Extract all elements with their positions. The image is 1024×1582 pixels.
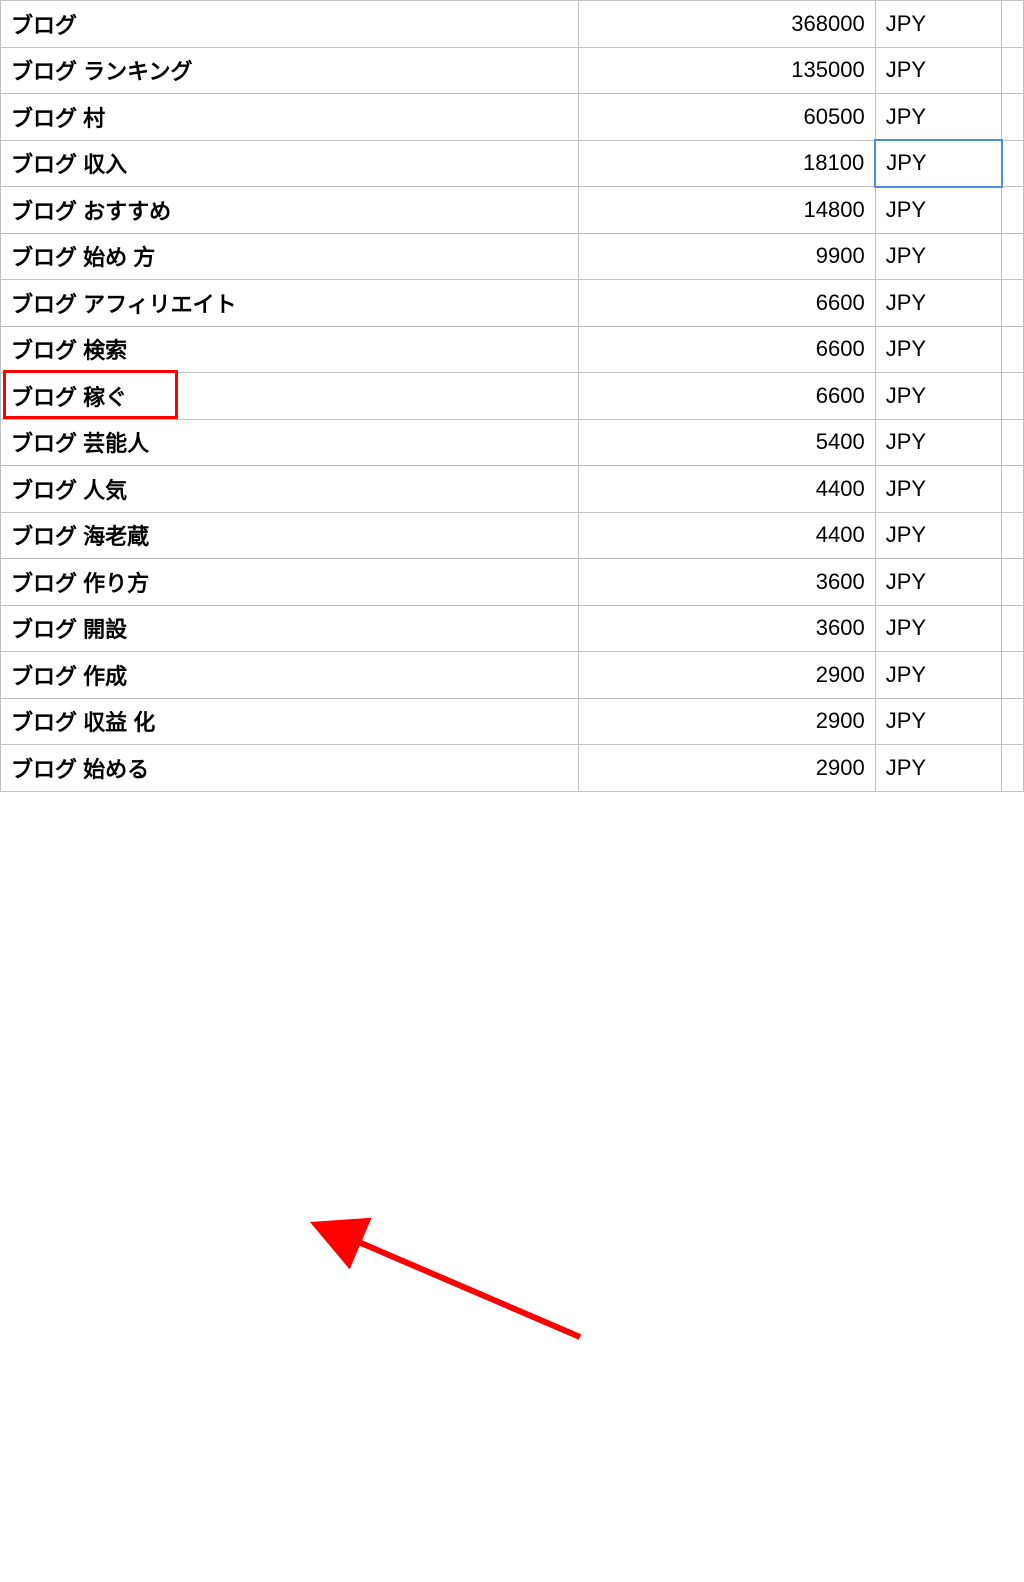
- keyword-cell[interactable]: ブログ ランキング: [1, 47, 579, 94]
- currency-cell[interactable]: JPY: [875, 698, 1002, 745]
- empty-cell[interactable]: [1002, 47, 1024, 94]
- keyword-cell[interactable]: ブログ: [1, 1, 579, 48]
- currency-cell[interactable]: JPY: [875, 466, 1002, 513]
- currency-cell[interactable]: JPY: [875, 745, 1002, 792]
- volume-cell[interactable]: 2900: [579, 698, 875, 745]
- table-row[interactable]: ブログ 始める2900JPY: [1, 745, 1024, 792]
- keyword-cell[interactable]: ブログ 作成: [1, 652, 579, 699]
- table-row[interactable]: ブログ 作り方3600JPY: [1, 559, 1024, 606]
- arrow-annotation: [0, 792, 1024, 1582]
- table-row[interactable]: ブログ 収益 化2900JPY: [1, 698, 1024, 745]
- keyword-cell[interactable]: ブログ 海老蔵: [1, 512, 579, 559]
- volume-cell[interactable]: 4400: [579, 512, 875, 559]
- empty-cell[interactable]: [1002, 605, 1024, 652]
- keyword-cell[interactable]: ブログ 芸能人: [1, 419, 579, 466]
- keyword-cell[interactable]: ブログ 開設: [1, 605, 579, 652]
- empty-cell[interactable]: [1002, 745, 1024, 792]
- table-row[interactable]: ブログ 検索6600JPY: [1, 326, 1024, 373]
- volume-cell[interactable]: 60500: [579, 94, 875, 141]
- table-row[interactable]: ブログ 開設3600JPY: [1, 605, 1024, 652]
- volume-cell[interactable]: 135000: [579, 47, 875, 94]
- currency-cell[interactable]: JPY: [875, 326, 1002, 373]
- volume-cell[interactable]: 14800: [579, 187, 875, 234]
- empty-cell[interactable]: [1002, 233, 1024, 280]
- empty-cell[interactable]: [1002, 559, 1024, 606]
- volume-cell[interactable]: 368000: [579, 1, 875, 48]
- currency-cell[interactable]: JPY: [875, 187, 1002, 234]
- keyword-cell[interactable]: ブログ 検索: [1, 326, 579, 373]
- currency-cell[interactable]: JPY: [875, 605, 1002, 652]
- empty-cell[interactable]: [1002, 512, 1024, 559]
- table-row[interactable]: ブログ 芸能人5400JPY: [1, 419, 1024, 466]
- empty-cell[interactable]: [1002, 1, 1024, 48]
- currency-cell[interactable]: JPY: [875, 233, 1002, 280]
- volume-cell[interactable]: 9900: [579, 233, 875, 280]
- volume-cell[interactable]: 6600: [579, 280, 875, 327]
- empty-cell[interactable]: [1002, 373, 1024, 420]
- volume-cell[interactable]: 3600: [579, 605, 875, 652]
- keyword-cell[interactable]: ブログ 始め 方: [1, 233, 579, 280]
- currency-cell[interactable]: JPY: [875, 140, 1002, 187]
- table-row[interactable]: ブログ368000JPY: [1, 1, 1024, 48]
- table-row[interactable]: ブログ 海老蔵4400JPY: [1, 512, 1024, 559]
- volume-cell[interactable]: 6600: [579, 373, 875, 420]
- volume-cell[interactable]: 6600: [579, 326, 875, 373]
- currency-cell[interactable]: JPY: [875, 1, 1002, 48]
- currency-cell[interactable]: JPY: [875, 280, 1002, 327]
- empty-cell[interactable]: [1002, 326, 1024, 373]
- keyword-cell[interactable]: ブログ 村: [1, 94, 579, 141]
- keyword-cell[interactable]: ブログ 作り方: [1, 559, 579, 606]
- table-row[interactable]: ブログ 村60500JPY: [1, 94, 1024, 141]
- currency-cell[interactable]: JPY: [875, 373, 1002, 420]
- volume-cell[interactable]: 2900: [579, 745, 875, 792]
- volume-cell[interactable]: 3600: [579, 559, 875, 606]
- empty-cell[interactable]: [1002, 140, 1024, 187]
- empty-cell[interactable]: [1002, 698, 1024, 745]
- table-row[interactable]: ブログ 始め 方9900JPY: [1, 233, 1024, 280]
- keyword-cell[interactable]: ブログ 始める: [1, 745, 579, 792]
- empty-cell[interactable]: [1002, 652, 1024, 699]
- keyword-cell[interactable]: ブログ おすすめ: [1, 187, 579, 234]
- currency-cell[interactable]: JPY: [875, 559, 1002, 606]
- table-row[interactable]: ブログ 作成2900JPY: [1, 652, 1024, 699]
- table-row[interactable]: ブログ おすすめ14800JPY: [1, 187, 1024, 234]
- currency-cell[interactable]: JPY: [875, 47, 1002, 94]
- empty-cell[interactable]: [1002, 187, 1024, 234]
- empty-cell[interactable]: [1002, 94, 1024, 141]
- spreadsheet-table[interactable]: ブログ368000JPYブログ ランキング135000JPYブログ 村60500…: [0, 0, 1024, 792]
- currency-cell[interactable]: JPY: [875, 512, 1002, 559]
- volume-cell[interactable]: 18100: [579, 140, 875, 187]
- table-row[interactable]: ブログ 稼ぐ6600JPY: [1, 373, 1024, 420]
- empty-cell[interactable]: [1002, 280, 1024, 327]
- table-row[interactable]: ブログ アフィリエイト6600JPY: [1, 280, 1024, 327]
- currency-cell[interactable]: JPY: [875, 94, 1002, 141]
- empty-cell[interactable]: [1002, 466, 1024, 513]
- table-row[interactable]: ブログ 収入18100JPY: [1, 140, 1024, 187]
- keyword-cell[interactable]: ブログ 収益 化: [1, 698, 579, 745]
- keyword-cell[interactable]: ブログ アフィリエイト: [1, 280, 579, 327]
- table-row[interactable]: ブログ 人気4400JPY: [1, 466, 1024, 513]
- keyword-cell[interactable]: ブログ 収入: [1, 140, 579, 187]
- volume-cell[interactable]: 4400: [579, 466, 875, 513]
- empty-cell[interactable]: [1002, 419, 1024, 466]
- keyword-cell[interactable]: ブログ 人気: [1, 466, 579, 513]
- table-row[interactable]: ブログ ランキング135000JPY: [1, 47, 1024, 94]
- volume-cell[interactable]: 2900: [579, 652, 875, 699]
- volume-cell[interactable]: 5400: [579, 419, 875, 466]
- currency-cell[interactable]: JPY: [875, 419, 1002, 466]
- keyword-cell[interactable]: ブログ 稼ぐ: [1, 373, 579, 420]
- currency-cell[interactable]: JPY: [875, 652, 1002, 699]
